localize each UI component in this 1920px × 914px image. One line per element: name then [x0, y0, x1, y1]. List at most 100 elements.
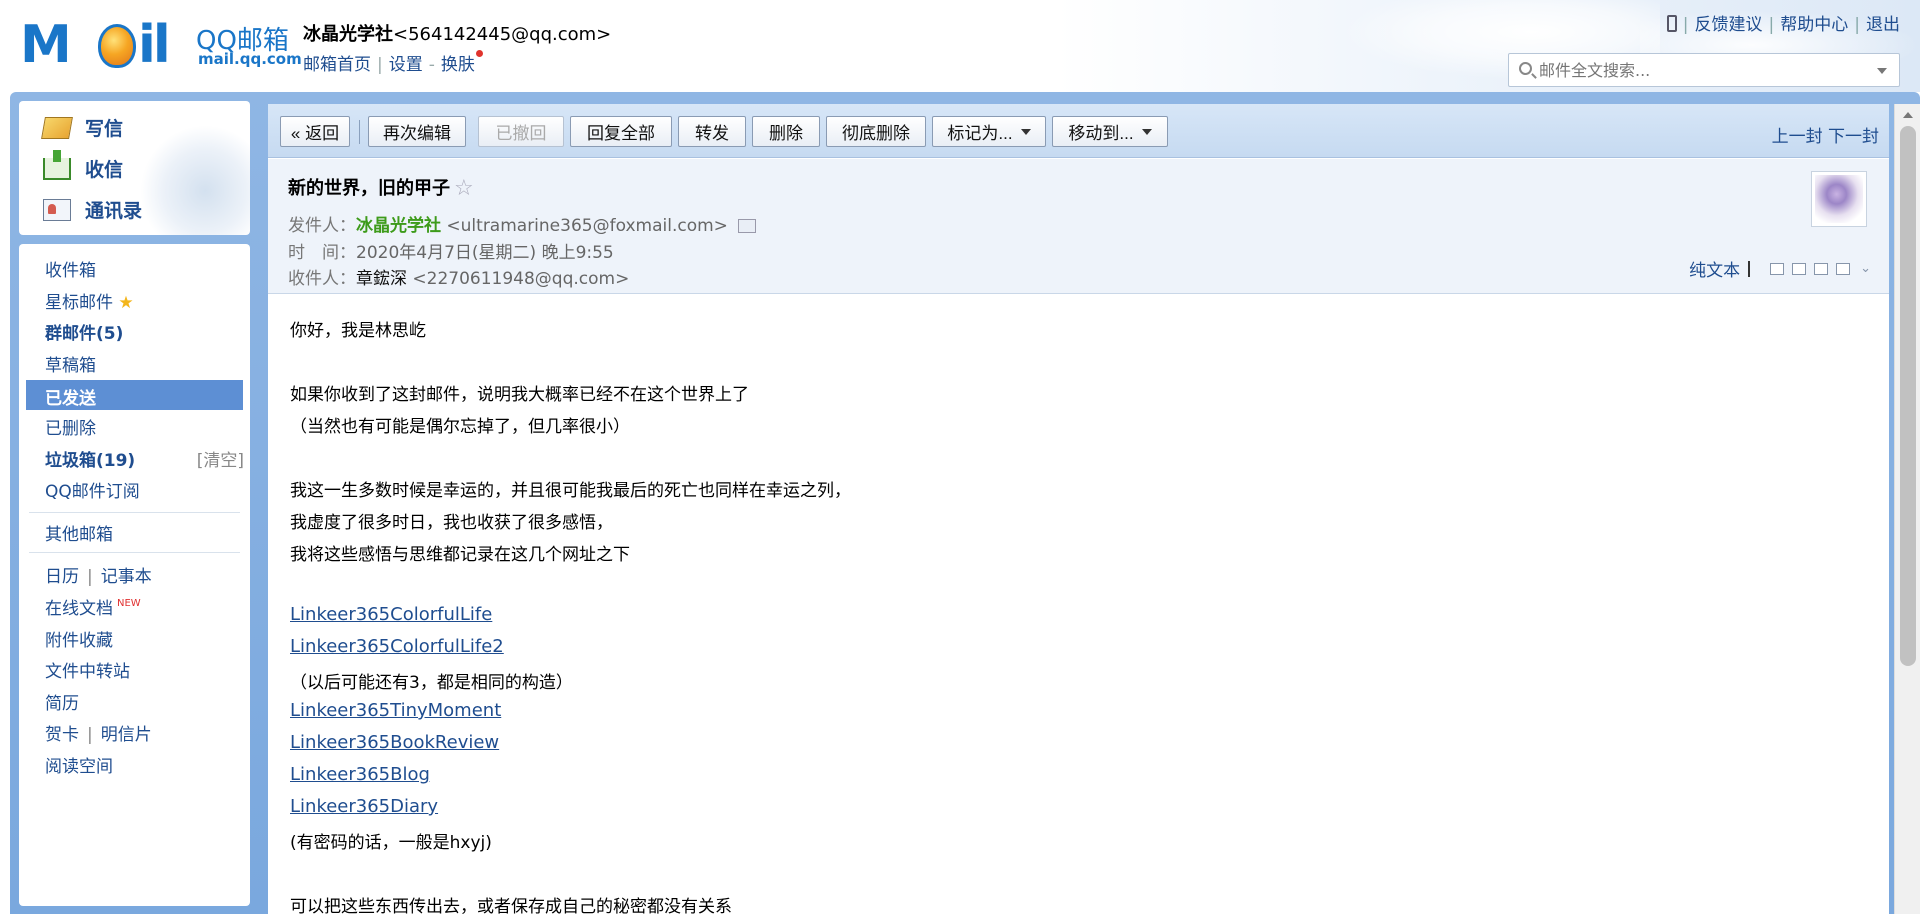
contacts-label: 通讯录	[85, 200, 143, 222]
mobile-view-icon[interactable]	[1792, 262, 1807, 275]
contact-card-icon[interactable]	[737, 219, 756, 233]
search-input[interactable]	[1539, 58, 1869, 82]
feedback-link[interactable]: 反馈建议	[1695, 15, 1763, 35]
star-toggle-icon[interactable]: ☆	[454, 176, 474, 201]
link-colorful-life[interactable]: Linkeer365ColorfulLife	[290, 604, 492, 625]
mail-reader: « 返回 再次编辑 已撤回 回复全部 转发 删除 彻底删除 标记为... 移动到…	[268, 104, 1889, 914]
separator: |	[87, 725, 93, 745]
logout-link[interactable]: 退出	[1866, 15, 1900, 35]
sender-avatar[interactable]	[1811, 171, 1867, 227]
body-link-line: Linkeer365Blog	[290, 764, 430, 785]
docs-label: 在线文档	[45, 599, 113, 619]
plain-text-link[interactable]: 纯文本	[1689, 256, 1740, 281]
link-book-review[interactable]: Linkeer365BookReview	[290, 732, 499, 753]
mark-as-dropdown[interactable]: 标记为...	[932, 116, 1046, 147]
search-dropdown-icon[interactable]	[1877, 68, 1887, 74]
scrollbar[interactable]	[1894, 104, 1920, 914]
search-box[interactable]	[1508, 53, 1900, 87]
sidebar-item-deleted[interactable]: 已删除	[45, 414, 96, 439]
compose-icon	[41, 116, 73, 139]
prev-mail-link[interactable]: 上一封	[1772, 127, 1823, 147]
sidebar-item-sent[interactable]: 已发送	[26, 380, 243, 410]
sidebar-item-reading-space[interactable]: 阅读空间	[45, 752, 113, 777]
body-link-line: Linkeer365ColorfulLife2	[290, 636, 504, 657]
sidebar-item-spam[interactable]: 垃圾箱(19)	[45, 446, 135, 471]
mobile-phone-icon[interactable]	[1666, 15, 1677, 32]
sidebar-item-docs[interactable]: 在线文档 NEW	[45, 594, 141, 619]
sidebar-item-starred[interactable]: 星标邮件 ★	[45, 288, 134, 313]
sidebar-item-greeting-card[interactable]: 贺卡	[45, 725, 79, 745]
print-icon[interactable]	[1836, 262, 1851, 275]
chevron-down-icon	[1141, 128, 1152, 135]
header-links: 邮箱首页 | 设置 - 换肤	[303, 50, 611, 75]
sidebar-item-subscription[interactable]: QQ邮件订阅	[45, 477, 140, 502]
account-info: 冰晶光学社<564142445@qq.com>	[303, 20, 611, 46]
skin-link[interactable]: 换肤	[441, 55, 475, 75]
subject-text: 新的世界，旧的甲子	[288, 178, 450, 199]
reedit-button[interactable]: 再次编辑	[368, 116, 466, 147]
link-tiny-moment[interactable]: Linkeer365TinyMoment	[290, 700, 501, 721]
logo-domain: mail.qq.com	[198, 50, 302, 68]
to-name[interactable]: 章鋐深	[356, 269, 407, 289]
scrollbar-thumb[interactable]	[1900, 126, 1916, 666]
receive-label: 收信	[85, 159, 124, 181]
starred-label: 星标邮件	[45, 293, 113, 313]
settings-link[interactable]: 设置	[389, 55, 423, 75]
from-name[interactable]: 冰晶光学社	[356, 216, 441, 236]
more-options-icon[interactable]: ⌄	[1860, 261, 1871, 276]
sidebar-item-attachments[interactable]: 附件收藏	[45, 626, 113, 651]
new-badge: NEW	[117, 598, 141, 609]
sidebar-item-other-mailboxes[interactable]: 其他邮箱	[45, 520, 113, 545]
delete-button[interactable]: 删除	[752, 116, 820, 147]
reply-all-button[interactable]: 回复全部	[570, 116, 672, 147]
sidebar-item-calendar[interactable]: 日历	[45, 567, 79, 587]
contacts-button[interactable]: 通讯录	[43, 196, 142, 223]
sidebar-item-file-transfer[interactable]: 文件中转站	[45, 657, 130, 682]
penguin-watermark	[140, 125, 250, 235]
sidebar-item-group[interactable]: 群邮件(5)	[45, 319, 123, 344]
time-label: 时 间：	[288, 243, 356, 263]
move-to-dropdown[interactable]: 移动到...	[1052, 116, 1168, 147]
separator: |	[87, 567, 93, 587]
sidebar-actions: 写信 收信 通讯录	[19, 101, 250, 235]
clear-spam-link[interactable]: [清空]	[197, 446, 244, 471]
to-row: 收件人：章鋐深 <2270611948@qq.com>	[288, 264, 629, 289]
contacts-icon	[43, 198, 71, 221]
forward-button[interactable]: 转发	[678, 116, 746, 147]
delete-forever-button[interactable]: 彻底删除	[826, 116, 926, 147]
time-row: 时 间：2020年4月7日(星期二) 晚上9:55	[288, 238, 614, 263]
toolbar-separator	[359, 120, 360, 144]
sidebar-item-inbox[interactable]: 收件箱	[45, 256, 96, 281]
body-line: （当然也有可能是偶尔忘掉了，但几率很小）	[290, 417, 630, 437]
body-link-line: Linkeer365TinyMoment	[290, 700, 501, 721]
back-button[interactable]: « 返回	[280, 116, 350, 147]
help-link[interactable]: 帮助中心	[1780, 15, 1848, 35]
next-mail-link[interactable]: 下一封	[1828, 127, 1879, 147]
sidebar-item-postcard[interactable]: 明信片	[101, 725, 152, 745]
logo-il: il	[138, 15, 171, 75]
from-label: 发件人：	[288, 216, 356, 236]
sidebar-item-resume[interactable]: 简历	[45, 689, 79, 714]
save-icon[interactable]	[1814, 262, 1829, 275]
divider	[29, 512, 240, 513]
body-line: 我这一生多数时候是幸运的，并且很可能我最后的死亡也同样在幸运之列，	[290, 481, 851, 501]
body-link-line: Linkeer365ColorfulLife	[290, 604, 492, 625]
scroll-up-icon[interactable]	[1903, 112, 1913, 118]
to-label: 收件人：	[288, 269, 356, 289]
receive-button[interactable]: 收信	[43, 149, 124, 182]
sidebar-item-notes[interactable]: 记事本	[101, 567, 152, 587]
new-window-icon[interactable]	[1770, 262, 1785, 275]
sidebar-item-drafts[interactable]: 草稿箱	[45, 351, 96, 376]
link-diary[interactable]: Linkeer365Diary	[290, 796, 438, 817]
link-colorful-life-2[interactable]: Linkeer365ColorfulLife2	[290, 636, 504, 657]
view-tools: 纯文本 ⌄	[1689, 256, 1871, 281]
link-blog[interactable]: Linkeer365Blog	[290, 764, 430, 785]
body-line: (有密码的话，一般是hxyj)	[290, 833, 492, 853]
sidebar-folders: 收件箱 星标邮件 ★ 群邮件(5) 草稿箱 已发送 已删除 垃圾箱(19) [清…	[19, 244, 250, 906]
qqmail-logo[interactable]: M il QQ邮箱 mail.qq.com	[20, 15, 302, 75]
chevron-down-icon	[1020, 128, 1031, 135]
separator: -	[428, 55, 435, 75]
mail-home-link[interactable]: 邮箱首页	[303, 55, 371, 75]
compose-button[interactable]: 写信	[41, 114, 123, 141]
separator	[1748, 260, 1751, 277]
